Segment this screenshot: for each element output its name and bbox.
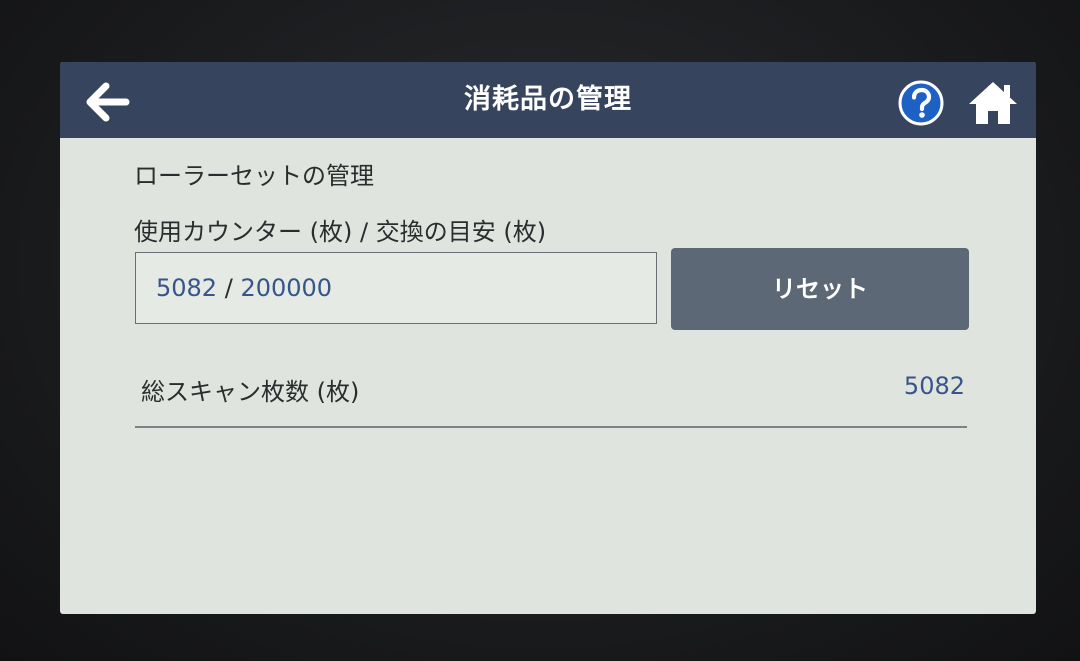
total-scan-label: 総スキャン枚数 (枚) bbox=[141, 378, 360, 406]
counter-separator: / bbox=[224, 274, 233, 302]
touch-screen: 消耗品の管理 ローラーセットの管理 使用カウンター (枚) / 交換の目安 (枚… bbox=[60, 62, 1036, 614]
total-scan-value: 5082 bbox=[903, 372, 965, 400]
arrow-left-icon bbox=[86, 82, 130, 122]
roller-section-title: ローラーセットの管理 bbox=[134, 162, 374, 190]
help-button[interactable] bbox=[898, 80, 944, 126]
back-button[interactable] bbox=[82, 78, 134, 126]
reset-button[interactable]: リセット bbox=[671, 248, 969, 330]
usage-counter-field: 5082 / 200000 bbox=[135, 252, 657, 324]
home-icon bbox=[969, 82, 1017, 124]
counter-used-value: 5082 bbox=[156, 274, 218, 302]
question-mark-icon bbox=[898, 80, 944, 126]
home-button[interactable] bbox=[966, 78, 1020, 128]
total-scan-row: 総スキャン枚数 (枚) 5082 bbox=[135, 362, 967, 428]
usage-counter-value: 5082 / 200000 bbox=[156, 253, 332, 323]
counter-limit-value: 200000 bbox=[240, 274, 333, 302]
header-bar: 消耗品の管理 bbox=[60, 62, 1036, 138]
usage-counter-label: 使用カウンター (枚) / 交換の目安 (枚) bbox=[134, 218, 547, 246]
device-bezel: 消耗品の管理 ローラーセットの管理 使用カウンター (枚) / 交換の目安 (枚… bbox=[0, 0, 1080, 661]
page-title: 消耗品の管理 bbox=[464, 84, 632, 115]
